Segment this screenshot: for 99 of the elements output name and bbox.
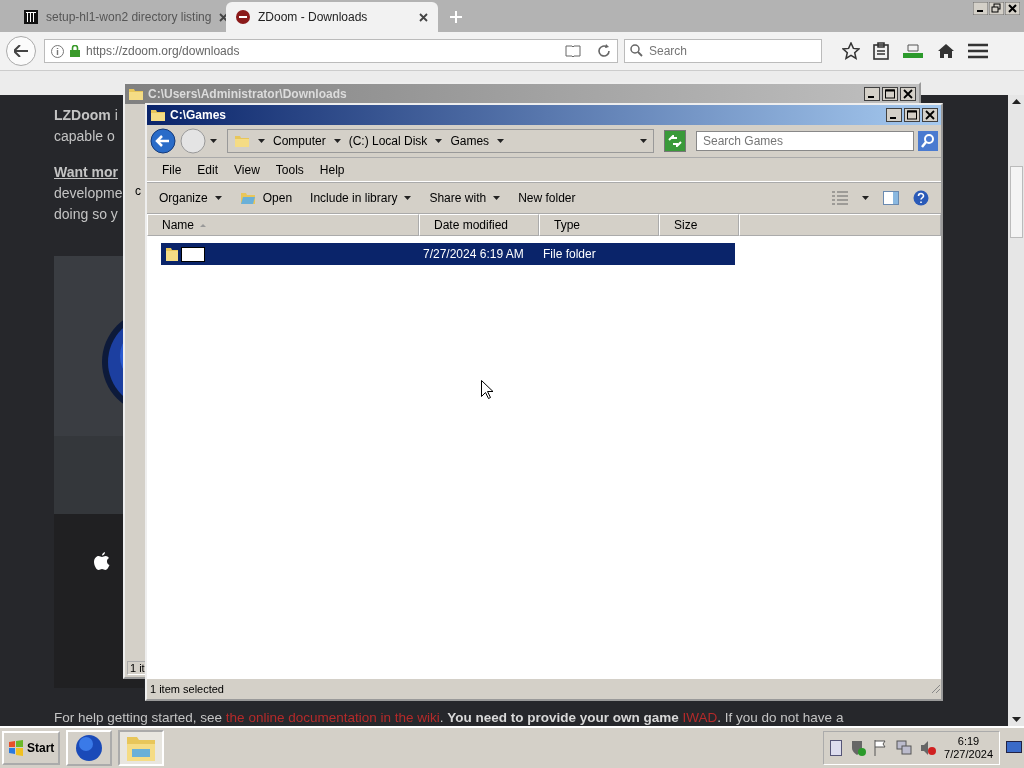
- document-icon: [830, 740, 843, 756]
- paragraph-text: For help getting started, see the online documentation in the wiki. You need to provide your own game IWAD. If you do not have a: [54, 710, 844, 726]
- clock-date: 7/27/2024: [944, 748, 993, 761]
- toolbar-button[interactable]: Share with: [429, 191, 501, 205]
- caret-icon: [493, 196, 501, 200]
- network-icon: [896, 740, 913, 756]
- help-icon[interactable]: [913, 190, 929, 206]
- up-arrow-icon[interactable]: [1011, 99, 1021, 104]
- folder-icon: [150, 107, 166, 123]
- window-title-bar: C:\Games: [147, 105, 941, 125]
- table-cell-text: 7/27/2024 6:19 AM: [423, 247, 525, 261]
- taskbar-button[interactable]: [66, 730, 113, 766]
- reload-icon[interactable]: [597, 44, 611, 58]
- close-icon[interactable]: [922, 108, 938, 122]
- close-icon[interactable]: [1005, 2, 1020, 15]
- breadcrumb-bar[interactable]: Computer (C:) Local Disk Games: [227, 129, 654, 153]
- toolbar-button[interactable]: Organize: [159, 191, 222, 205]
- search-icon: [630, 44, 643, 57]
- minimize-icon[interactable]: [864, 87, 880, 101]
- menu-item[interactable]: View: [234, 162, 260, 177]
- folder-icon: [126, 734, 157, 762]
- show-desktop-icon[interactable]: [1006, 741, 1022, 755]
- apple-icon: [94, 552, 110, 570]
- column-header[interactable]: Type: [539, 214, 659, 236]
- back-icon[interactable]: [150, 128, 176, 154]
- folder-icon: [128, 86, 144, 102]
- browser-tab[interactable]: ZDoom - Downloads: [226, 2, 438, 32]
- logo-icon: [236, 10, 250, 24]
- menu-item[interactable]: File: [162, 162, 182, 177]
- start-button[interactable]: Start: [2, 731, 61, 765]
- resize-grip-icon: [931, 684, 941, 694]
- window-title-bar: C:\Users\Administrator\Downloads: [125, 84, 919, 104]
- pane-icon[interactable]: [883, 191, 899, 205]
- extension-icon[interactable]: [902, 42, 924, 60]
- paragraph-text: LZDoom i: [54, 106, 118, 125]
- menu-item[interactable]: Edit: [197, 162, 219, 177]
- column-header[interactable]: Name: [147, 214, 419, 236]
- minimize-icon[interactable]: [973, 2, 988, 15]
- menu-item[interactable]: Tools: [275, 162, 304, 177]
- toolbar-button[interactable]: Include in library: [310, 191, 412, 205]
- column-header[interactable]: Size: [659, 214, 739, 236]
- maximize-icon[interactable]: [882, 87, 898, 101]
- search-field[interactable]: Search: [624, 39, 822, 63]
- back-button[interactable]: [6, 36, 36, 66]
- search-field[interactable]: Search Games: [696, 131, 914, 151]
- shield-icon: [850, 740, 867, 756]
- folder-icon: [234, 133, 250, 149]
- toolbar-text: c: [135, 184, 141, 198]
- globe-icon: [75, 734, 104, 762]
- maximize-icon[interactable]: [904, 108, 920, 122]
- info-icon: [51, 44, 64, 58]
- file-row[interactable]: 7/27/2024 6:19 AM File folder: [161, 243, 735, 265]
- status-text: 1 item selected: [150, 683, 224, 695]
- folder-icon: [239, 190, 256, 206]
- menu-icon[interactable]: [968, 43, 988, 59]
- address-field[interactable]: https://zdoom.org/downloads: [44, 39, 618, 63]
- view-caret-icon: [862, 196, 869, 200]
- down-arrow-icon[interactable]: [1011, 717, 1021, 722]
- menu-item[interactable]: Help: [319, 162, 345, 177]
- refresh-icon: [668, 135, 682, 147]
- folder-icon: [165, 246, 179, 262]
- caret-icon: [214, 196, 222, 200]
- close-icon[interactable]: [419, 12, 428, 22]
- windows-flag-icon: [8, 740, 24, 756]
- toolbar-button[interactable]: Open: [239, 190, 293, 206]
- scrollbar[interactable]: [1008, 95, 1024, 726]
- minimize-icon[interactable]: [886, 108, 902, 122]
- clock-time: 6:19: [957, 735, 980, 748]
- toolbar-button[interactable]: New folder: [518, 191, 576, 205]
- history-caret-icon: [210, 139, 217, 143]
- paragraph-text: developme: [54, 184, 123, 203]
- clipboard-icon[interactable]: [873, 42, 889, 60]
- back-arrow-icon: [14, 45, 28, 57]
- home-icon[interactable]: [937, 43, 955, 59]
- caret-icon: [333, 139, 341, 143]
- columns-icon: [24, 10, 38, 24]
- close-icon[interactable]: [219, 12, 229, 22]
- close-icon[interactable]: [900, 87, 916, 101]
- caret-icon: [258, 139, 265, 143]
- rename-field[interactable]: [181, 246, 205, 262]
- flag-icon: [874, 740, 889, 756]
- restore-icon[interactable]: [989, 2, 1004, 15]
- pointer-icon: [481, 380, 493, 399]
- star-icon[interactable]: [842, 42, 860, 60]
- caret-icon: [435, 139, 443, 143]
- dropdown-caret-icon: [640, 139, 647, 143]
- search-icon[interactable]: [918, 131, 938, 151]
- column-header[interactable]: Date modified: [419, 214, 539, 236]
- refresh-button[interactable]: [664, 130, 686, 152]
- paragraph-text: capable o: [54, 127, 115, 146]
- paragraph-text: doing so y: [54, 205, 118, 224]
- table-cell: File folder: [543, 247, 596, 261]
- speaker-muted-icon: [920, 740, 937, 756]
- lock-icon: [70, 45, 80, 57]
- scrollbar-thumb[interactable]: [1009, 166, 1023, 238]
- book-icon[interactable]: [565, 45, 581, 57]
- caret-icon: [497, 139, 505, 143]
- caret-icon: [404, 196, 412, 200]
- heading-link[interactable]: Want mor: [54, 162, 119, 183]
